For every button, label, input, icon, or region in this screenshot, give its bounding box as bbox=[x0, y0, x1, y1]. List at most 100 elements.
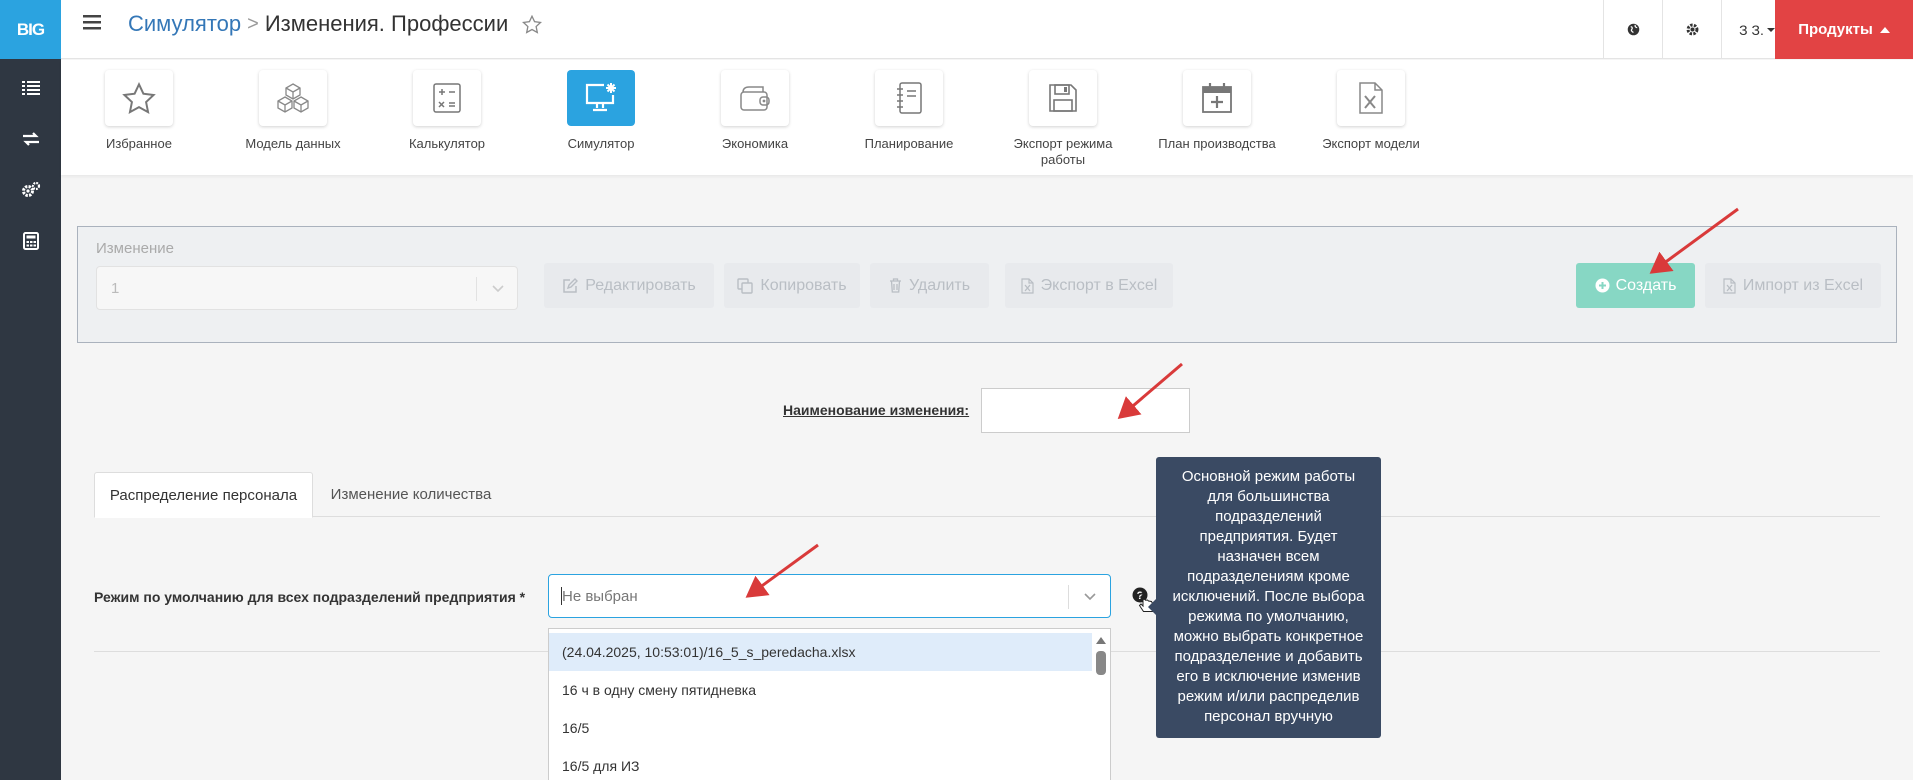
excel-file-icon bbox=[1021, 277, 1034, 294]
change-name-label: Наименование изменения: bbox=[783, 402, 970, 418]
module-icon-box bbox=[105, 70, 173, 126]
create-label: Создать bbox=[1615, 276, 1677, 294]
hamburger-menu-button[interactable] bbox=[83, 15, 101, 30]
module-icon-box bbox=[1029, 70, 1097, 126]
left-sidebar: BIG bbox=[0, 0, 61, 780]
products-label: Продукты bbox=[1798, 21, 1873, 38]
star-icon bbox=[122, 81, 156, 114]
module-export-work-mode[interactable]: Экспорт режима работы bbox=[993, 70, 1133, 168]
module-simulator[interactable]: Симулятор bbox=[531, 70, 671, 152]
tab-quantity-change[interactable]: Изменение количества bbox=[316, 472, 506, 516]
sidebar-item-settings[interactable] bbox=[0, 164, 61, 215]
module-label: Экспорт модели bbox=[1322, 136, 1420, 151]
export-excel-button[interactable]: Экспорт в Excel bbox=[1005, 263, 1173, 308]
module-icon-box bbox=[1337, 70, 1405, 126]
favorite-star-button[interactable] bbox=[522, 14, 543, 34]
scrollbar-thumb[interactable] bbox=[1096, 651, 1106, 675]
default-mode-label: Режим по умолчанию для всех подразделени… bbox=[94, 589, 526, 605]
caret-up-icon bbox=[1879, 26, 1890, 33]
import-excel-button[interactable]: Импорт из Excel bbox=[1705, 263, 1881, 308]
select-separator bbox=[476, 277, 477, 301]
user-name: З З. bbox=[1739, 21, 1764, 38]
sidebar-item-exchange[interactable] bbox=[0, 113, 61, 164]
module-icon-box bbox=[1183, 70, 1251, 126]
import-excel-label: Импорт из Excel bbox=[1742, 276, 1864, 294]
default-mode-select[interactable]: Не выбран bbox=[548, 574, 1111, 618]
language-button[interactable] bbox=[1603, 0, 1662, 59]
default-mode-dropdown: (24.04.2025, 10:53:01)/16_5_s_peredacha.… bbox=[548, 628, 1111, 780]
trash-icon bbox=[889, 278, 901, 293]
chevron-down-icon bbox=[492, 285, 504, 293]
cubes-icon bbox=[277, 83, 309, 113]
top-bar: Симулятор > Изменения. Профессии З З. Пр… bbox=[61, 0, 1913, 59]
module-economics[interactable]: Экономика bbox=[685, 70, 825, 152]
module-label: План производства bbox=[1158, 136, 1276, 151]
dropdown-option[interactable]: (24.04.2025, 10:53:01)/16_5_s_peredacha.… bbox=[549, 633, 1093, 671]
modules-bar: Избранное Модель данных Калькулятор Симу… bbox=[61, 60, 1913, 175]
gears-icon bbox=[21, 181, 40, 197]
module-label: Модель данных bbox=[245, 136, 341, 151]
menu-icon bbox=[83, 15, 101, 30]
module-planning[interactable]: Планирование bbox=[839, 70, 979, 152]
products-button[interactable]: Продукты bbox=[1775, 0, 1913, 59]
chevron-down-icon bbox=[1084, 593, 1096, 601]
dropdown-option[interactable]: 16 ч в одну смену пятидневка bbox=[549, 671, 1093, 709]
module-export-model[interactable]: Экспорт модели bbox=[1301, 70, 1441, 152]
dropdown-scrollbar[interactable] bbox=[1092, 629, 1110, 780]
module-icon-box bbox=[413, 70, 481, 126]
module-label: Экспорт режима работы bbox=[1013, 136, 1113, 167]
change-select[interactable]: 1 bbox=[96, 266, 518, 310]
edit-icon bbox=[563, 278, 579, 293]
change-label: Изменение bbox=[96, 240, 174, 257]
app-logo[interactable]: BIG bbox=[0, 0, 61, 59]
module-label: Планирование bbox=[864, 136, 954, 151]
module-label: Избранное bbox=[106, 136, 172, 151]
tab-staff-distribution[interactable]: Распределение персонала bbox=[94, 472, 313, 518]
floppy-icon bbox=[1049, 84, 1077, 112]
notebook-icon bbox=[897, 82, 922, 114]
copy-button[interactable]: Копировать bbox=[724, 263, 860, 308]
scroll-up-arrow[interactable] bbox=[1096, 637, 1106, 644]
module-icon-box bbox=[259, 70, 327, 126]
edit-button[interactable]: Редактировать bbox=[544, 263, 714, 308]
plus-circle-icon bbox=[1595, 278, 1610, 293]
settings-button[interactable] bbox=[1662, 0, 1721, 59]
create-button[interactable]: Создать bbox=[1576, 263, 1695, 308]
sidebar-item-list[interactable] bbox=[0, 62, 61, 113]
list-icon bbox=[21, 80, 40, 95]
change-name-input[interactable] bbox=[981, 388, 1190, 433]
change-select-value: 1 bbox=[111, 280, 120, 297]
delete-label: Удалить bbox=[908, 276, 971, 294]
star-outline-icon bbox=[522, 14, 543, 34]
module-icon-box bbox=[721, 70, 789, 126]
calculator-icon bbox=[433, 83, 461, 113]
module-production-plan[interactable]: План производства bbox=[1147, 70, 1287, 152]
copy-label: Копировать bbox=[760, 276, 847, 294]
monitor-gear-icon bbox=[585, 83, 616, 112]
module-favorites[interactable]: Избранное bbox=[69, 70, 209, 152]
help-tooltip: Основной режим работы для большинства по… bbox=[1148, 457, 1381, 738]
sidebar-item-calculator[interactable] bbox=[0, 215, 61, 266]
caret-down-icon bbox=[1766, 27, 1775, 32]
calculator-icon bbox=[22, 231, 39, 250]
delete-button[interactable]: Удалить bbox=[870, 263, 989, 308]
excel-file-icon bbox=[1359, 82, 1383, 114]
module-label: Калькулятор bbox=[408, 136, 486, 151]
excel-file-icon bbox=[1723, 277, 1736, 294]
dropdown-option[interactable]: 16/5 bbox=[549, 709, 1093, 747]
dropdown-option[interactable]: 16/5 для ИЗ bbox=[549, 747, 1093, 780]
default-mode-placeholder: Не выбран bbox=[562, 588, 638, 605]
wallet-icon bbox=[740, 86, 770, 111]
breadcrumb: Симулятор > Изменения. Профессии bbox=[128, 11, 543, 37]
page-title: Изменения. Профессии bbox=[264, 11, 509, 36]
edit-label: Редактировать bbox=[585, 276, 696, 294]
export-excel-label: Экспорт в Excel bbox=[1040, 276, 1158, 294]
module-calculator[interactable]: Калькулятор bbox=[377, 70, 517, 152]
module-data-model[interactable]: Модель данных bbox=[223, 70, 363, 152]
globe-icon bbox=[1627, 23, 1639, 36]
module-icon-box bbox=[875, 70, 943, 126]
gear-icon bbox=[1686, 23, 1698, 36]
copy-icon bbox=[737, 277, 754, 294]
breadcrumb-simulator-link[interactable]: Симулятор bbox=[128, 11, 241, 37]
module-icon-box bbox=[567, 70, 635, 126]
